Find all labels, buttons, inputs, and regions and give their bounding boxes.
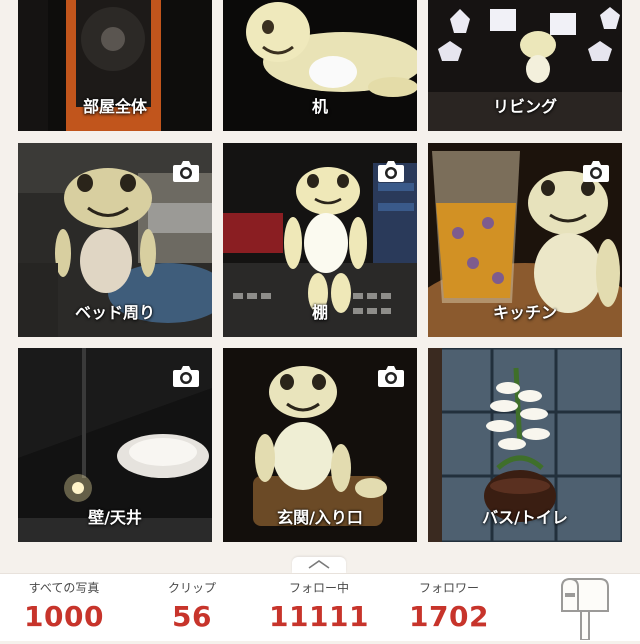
stat-label: すべての写真 (28, 581, 100, 595)
camera-icon (172, 159, 200, 183)
stat-label: クリップ (167, 581, 216, 595)
stat-clips[interactable]: クリップ 56 (144, 574, 240, 633)
room-tile-bath-toilet[interactable]: バス/トイレ (428, 348, 622, 542)
camera-icon (172, 364, 200, 388)
room-tile-label: 壁/天井 (88, 508, 142, 527)
stat-all-photos[interactable]: すべての写真 1000 (14, 574, 114, 633)
room-tile-desk[interactable]: 机 (223, 0, 417, 131)
stat-label: フォロー中 (288, 581, 349, 595)
room-tile-label: 棚 (311, 303, 328, 322)
camera-icon (377, 364, 405, 388)
stat-value: 11111 (269, 600, 369, 633)
room-tile-shelf[interactable]: 棚 (223, 143, 417, 337)
stat-value: 1702 (409, 600, 489, 633)
room-tile-entrance[interactable]: 玄関/入り口 (223, 348, 417, 542)
room-tile-whole-room[interactable]: 部屋全体 (18, 0, 212, 131)
stat-following[interactable]: フォロー中 11111 (264, 574, 374, 633)
room-photo-grid: 部屋全体 机 リビング ベッド周り 棚 キッチン 壁/天井 玄関/入り口 バス/… (0, 0, 640, 552)
room-tile-label: 部屋全体 (82, 97, 147, 116)
room-tile-label: キッチン (492, 303, 557, 322)
stat-label: フォロワー (418, 581, 479, 595)
room-tile-wall-ceiling[interactable]: 壁/天井 (18, 348, 212, 542)
room-tile-kitchen[interactable]: キッチン (428, 143, 622, 337)
room-tile-label: バス/トイレ (482, 508, 568, 527)
stat-followers[interactable]: フォロワー 1702 (394, 574, 504, 633)
camera-icon (377, 159, 405, 183)
room-tile-label: ベッド周り (74, 303, 155, 322)
room-tile-bedside[interactable]: ベッド周り (18, 143, 212, 337)
drawer-handle[interactable] (292, 557, 346, 573)
room-tile-label: 玄関/入り口 (277, 508, 363, 527)
room-tile-label: 机 (311, 97, 328, 116)
room-tile-living[interactable]: リビング (428, 0, 622, 131)
stat-value: 1000 (24, 600, 104, 633)
mailbox-icon[interactable] (556, 577, 612, 641)
stat-value: 56 (172, 600, 212, 633)
chevron-up-icon (308, 560, 330, 569)
profile-stats-bar: すべての写真 1000 クリップ 56 フォロー中 11111 フォロワー 17… (0, 573, 640, 641)
camera-icon (582, 159, 610, 183)
room-tile-label: リビング (492, 97, 557, 116)
